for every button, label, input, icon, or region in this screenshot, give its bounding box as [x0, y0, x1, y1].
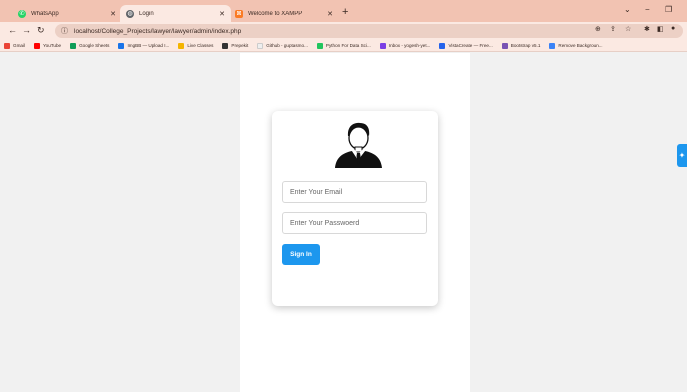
- bookmark-label: Bootstrap v5.1: [510, 43, 541, 48]
- tab-whatsapp[interactable]: ✆ WhatsApp ✕: [12, 5, 122, 22]
- email-placeholder: Enter Your Email: [290, 188, 343, 196]
- bookmark-item[interactable]: Python For Data Sci...: [316, 42, 371, 49]
- github-icon: [257, 42, 264, 49]
- bookmark-item[interactable]: VistaCreate — Free...: [439, 42, 493, 49]
- close-icon[interactable]: ✕: [219, 10, 225, 18]
- prepekit-icon: [222, 42, 229, 49]
- folder-icon: [178, 42, 185, 49]
- python-icon: [316, 42, 323, 49]
- removebg-icon: [549, 42, 556, 49]
- back-icon[interactable]: ←: [8, 25, 17, 36]
- login-card: Enter Your Email Enter Your Passwoerd Si…: [272, 111, 438, 306]
- bookmark-item[interactable]: YouTube: [34, 42, 62, 49]
- share-icon[interactable]: ⇪: [610, 25, 616, 33]
- sign-in-button[interactable]: Sign In: [282, 244, 320, 265]
- forward-icon[interactable]: →: [22, 25, 31, 36]
- password-placeholder: Enter Your Passwoerd: [290, 219, 360, 227]
- sidebar-icon[interactable]: ◧: [657, 25, 664, 33]
- bookmark-item[interactable]: ImgBB — Upload I...: [118, 42, 170, 49]
- bookmark-label: Github - guptasmo...: [266, 43, 308, 48]
- bookmark-label: Prepekit: [231, 43, 249, 48]
- password-field[interactable]: Enter Your Passwoerd: [282, 212, 427, 234]
- tab-strip: ✆ WhatsApp ✕ ◍ Login ✕ ⊠ Welcome to XAMP…: [0, 0, 687, 22]
- tab-label: WhatsApp: [31, 10, 59, 17]
- profile-icon[interactable]: ●: [671, 25, 675, 32]
- bookmark-item[interactable]: Google Sheets: [70, 42, 110, 49]
- bookmark-item[interactable]: Gmail: [4, 42, 25, 49]
- close-icon[interactable]: ✕: [327, 10, 333, 18]
- url-text: localhost/College_Projects/lawyer/lawyer…: [74, 27, 242, 35]
- bootstrap-icon: [501, 42, 508, 49]
- bookmark-item[interactable]: Inbox - yogesh-yet...: [379, 42, 431, 49]
- bookmark-label: ImgBB — Upload I...: [127, 43, 170, 48]
- browser-toolbar: ← → ↻ ⓘ localhost/College_Projects/lawye…: [0, 22, 687, 40]
- maximize-icon[interactable]: ❐: [665, 5, 672, 14]
- address-bar[interactable]: ⓘ localhost/College_Projects/lawyer/lawy…: [55, 24, 683, 38]
- youtube-icon: [34, 42, 40, 49]
- tab-login[interactable]: ◍ Login ✕: [120, 5, 231, 22]
- bookmark-item[interactable]: Github - guptasmo...: [257, 42, 308, 49]
- mail-icon: [379, 42, 386, 49]
- bookmark-item[interactable]: Remove Backgroun...: [549, 42, 603, 49]
- vistacreate-icon: [439, 42, 446, 49]
- extensions-icon[interactable]: ✱: [644, 25, 650, 33]
- bookmark-item[interactable]: Bootstrap v5.1: [501, 42, 541, 49]
- zoom-icon[interactable]: ⊕: [595, 25, 601, 33]
- whatsapp-icon: ✆: [18, 9, 26, 18]
- xampp-icon: ⊠: [235, 9, 243, 18]
- sheets-icon: [70, 42, 77, 49]
- bookmark-label: Live Classes: [187, 43, 214, 48]
- user-avatar-icon: [335, 122, 382, 168]
- tab-label: Welcome to XAMPP: [248, 10, 303, 17]
- side-widget-tab[interactable]: ✦: [677, 144, 687, 167]
- close-icon[interactable]: ✕: [110, 10, 116, 18]
- bookmark-label: Remove Backgroun...: [558, 43, 603, 48]
- site-info-icon[interactable]: ⓘ: [61, 26, 68, 36]
- bookmark-item[interactable]: Prepekit: [222, 42, 249, 49]
- bookmark-item[interactable]: Live Classes: [178, 42, 214, 49]
- star-icon[interactable]: ☆: [625, 25, 631, 33]
- bookmark-label: VistaCreate — Free...: [448, 43, 493, 48]
- email-field[interactable]: Enter Your Email: [282, 181, 427, 203]
- tab-xampp[interactable]: ⊠ Welcome to XAMPP ✕: [229, 5, 339, 22]
- chat-widget-icon: ✦: [678, 151, 686, 160]
- bookmark-label: Gmail: [13, 43, 25, 48]
- gmail-icon: [4, 42, 10, 49]
- reload-icon[interactable]: ↻: [37, 25, 45, 36]
- tab-label: Login: [139, 10, 154, 17]
- bookmark-label: Google Sheets: [79, 43, 110, 48]
- tab-search-icon[interactable]: ⌄: [624, 5, 631, 14]
- minimize-icon[interactable]: −: [645, 5, 650, 14]
- bookmark-label: Inbox - yogesh-yet...: [388, 43, 431, 48]
- page-viewport: Enter Your Email Enter Your Passwoerd Si…: [0, 53, 687, 392]
- imgbb-icon: [118, 42, 125, 49]
- bookmarks-bar: Gmail YouTube Google Sheets ImgBB — Uplo…: [0, 40, 687, 52]
- globe-icon: ◍: [126, 9, 134, 18]
- new-tab-button[interactable]: +: [342, 6, 348, 18]
- bookmark-label: YouTube: [43, 43, 62, 48]
- bookmark-label: Python For Data Sci...: [325, 43, 371, 48]
